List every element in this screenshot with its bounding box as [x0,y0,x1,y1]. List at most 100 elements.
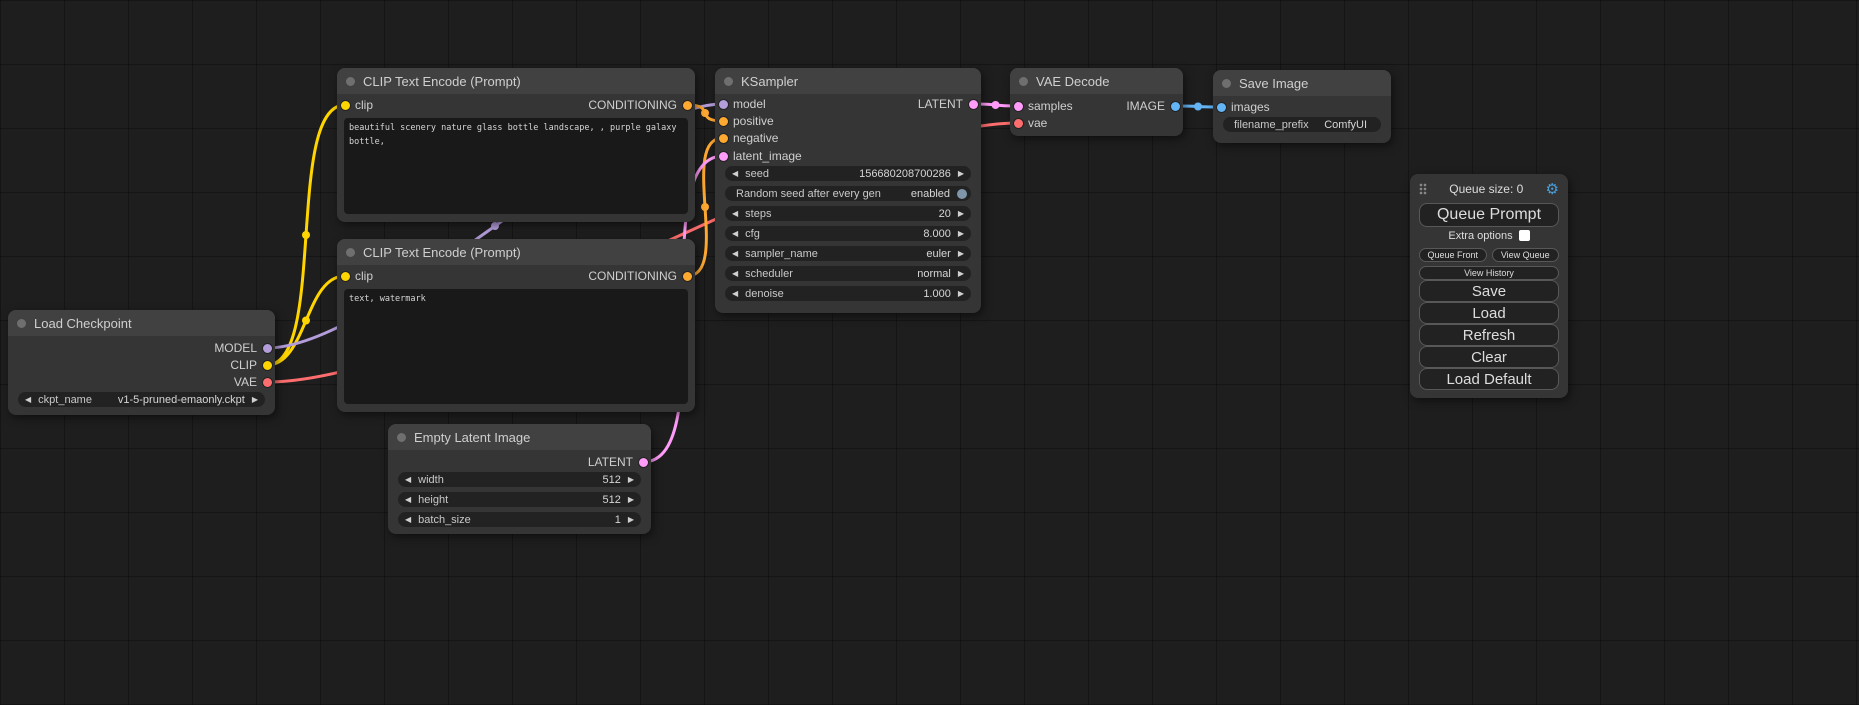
node-title-bar[interactable]: VAE Decode [1010,68,1183,94]
slot-label: negative [733,131,778,145]
decrement-arrow-icon[interactable]: ◀ [405,476,411,484]
node-clip-text-encode-negative[interactable]: CLIP Text Encode (Prompt) clip CONDITION… [337,239,695,412]
widget-value: 1 [615,514,621,526]
widget-filename-prefix[interactable]: filename_prefix ComfyUI [1223,117,1381,132]
output-slot-clip: CLIP [8,357,275,373]
clear-button[interactable]: Clear [1419,346,1559,368]
widget-scheduler[interactable]: ◀ scheduler normal ▶ [725,266,971,281]
widget-ckpt-name[interactable]: ◀ ckpt_name v1-5-pruned-emaonly.ckpt ▶ [18,392,265,407]
queue-actions-row: Queue Front View Queue [1419,248,1559,262]
node-title: Empty Latent Image [414,430,530,445]
node-title-bar[interactable]: CLIP Text Encode (Prompt) [337,239,695,265]
increment-arrow-icon[interactable]: ▶ [628,516,634,524]
decrement-arrow-icon[interactable]: ◀ [405,516,411,524]
decrement-arrow-icon[interactable]: ◀ [732,170,738,178]
output-slot-latent: LATENT [715,96,981,112]
save-button[interactable]: Save [1419,280,1559,302]
decrement-arrow-icon[interactable]: ◀ [732,210,738,218]
queue-front-button[interactable]: Queue Front [1419,248,1487,262]
output-dot-clip[interactable] [263,361,272,370]
input-slot-positive: positive [715,113,981,129]
node-load-checkpoint[interactable]: Load Checkpoint MODEL CLIP VAE ◀ ckpt_na… [8,310,275,415]
widget-label: denoise [745,288,784,300]
collapse-dot-icon[interactable] [17,319,26,328]
output-dot-vae[interactable] [263,378,272,387]
node-vae-decode[interactable]: VAE Decode samples IMAGE vae [1010,68,1183,136]
input-dot-images[interactable] [1217,103,1226,112]
toggle-knob-icon[interactable] [957,189,967,199]
prompt-textarea[interactable]: beautiful scenery nature glass bottle la… [344,118,688,214]
node-clip-text-encode-positive[interactable]: CLIP Text Encode (Prompt) clip CONDITION… [337,68,695,222]
increment-arrow-icon[interactable]: ▶ [958,270,964,278]
slot-label: latent_image [733,149,802,163]
widget-width[interactable]: ◀ width 512 ▶ [398,472,641,487]
collapse-dot-icon[interactable] [1019,77,1028,86]
decrement-arrow-icon[interactable]: ◀ [732,290,738,298]
decrement-arrow-icon[interactable]: ◀ [25,396,31,404]
widget-value: euler [926,248,950,260]
prompt-textarea[interactable]: text, watermark [344,289,688,404]
node-title: CLIP Text Encode (Prompt) [363,74,521,89]
output-dot-latent[interactable] [969,100,978,109]
output-dot-conditioning[interactable] [683,101,692,110]
refresh-button[interactable]: Refresh [1419,324,1559,346]
increment-arrow-icon[interactable]: ▶ [958,290,964,298]
input-dot-latent-image[interactable] [719,152,728,161]
input-dot-vae[interactable] [1014,119,1023,128]
node-title-bar[interactable]: Empty Latent Image [388,424,651,450]
widget-label: sampler_name [745,248,818,260]
increment-arrow-icon[interactable]: ▶ [628,476,634,484]
node-empty-latent-image[interactable]: Empty Latent Image LATENT ◀ width 512 ▶ … [388,424,651,534]
queue-prompt-button[interactable]: Queue Prompt [1419,203,1559,227]
widget-value: v1-5-pruned-emaonly.ckpt [118,394,245,406]
node-save-image[interactable]: Save Image images filename_prefix ComfyU… [1213,70,1391,143]
widget-denoise[interactable]: ◀ denoise 1.000 ▶ [725,286,971,301]
output-dot-latent[interactable] [639,458,648,467]
drag-handle-icon[interactable] [1419,183,1427,195]
node-title-bar[interactable]: Save Image [1213,70,1391,96]
increment-arrow-icon[interactable]: ▶ [958,250,964,258]
node-title-bar[interactable]: KSampler [715,68,981,94]
load-default-button[interactable]: Load Default [1419,368,1559,390]
node-ksampler[interactable]: KSampler model LATENT positive negative … [715,68,981,313]
slot-label: vae [1028,116,1047,130]
output-dot-image[interactable] [1171,102,1180,111]
input-dot-negative[interactable] [719,134,728,143]
load-button[interactable]: Load [1419,302,1559,324]
widget-seed[interactable]: ◀ seed 156680208700286 ▶ [725,166,971,181]
collapse-dot-icon[interactable] [397,433,406,442]
widget-steps[interactable]: ◀ steps 20 ▶ [725,206,971,221]
widget-value: 8.000 [923,228,951,240]
widget-label: cfg [745,228,760,240]
collapse-dot-icon[interactable] [724,77,733,86]
settings-gear-icon[interactable]: ⚙ [1546,182,1559,197]
widget-height[interactable]: ◀ height 512 ▶ [398,492,641,507]
increment-arrow-icon[interactable]: ▶ [628,496,634,504]
output-dot-conditioning[interactable] [683,272,692,281]
slot-label: CONDITIONING [588,269,677,283]
slot-label: CONDITIONING [588,98,677,112]
increment-arrow-icon[interactable]: ▶ [958,230,964,238]
increment-arrow-icon[interactable]: ▶ [252,396,258,404]
node-title-bar[interactable]: CLIP Text Encode (Prompt) [337,68,695,94]
decrement-arrow-icon[interactable]: ◀ [405,496,411,504]
collapse-dot-icon[interactable] [1222,79,1231,88]
increment-arrow-icon[interactable]: ▶ [958,210,964,218]
output-dot-model[interactable] [263,344,272,353]
widget-random-seed-toggle[interactable]: Random seed after every gen enabled [725,186,971,201]
view-queue-button[interactable]: View Queue [1492,248,1560,262]
output-slot-model: MODEL [8,340,275,356]
input-dot-positive[interactable] [719,117,728,126]
view-history-button[interactable]: View History [1419,266,1559,280]
widget-batch-size[interactable]: ◀ batch_size 1 ▶ [398,512,641,527]
increment-arrow-icon[interactable]: ▶ [958,170,964,178]
collapse-dot-icon[interactable] [346,77,355,86]
node-title-bar[interactable]: Load Checkpoint [8,310,275,336]
decrement-arrow-icon[interactable]: ◀ [732,250,738,258]
decrement-arrow-icon[interactable]: ◀ [732,230,738,238]
extra-options-checkbox[interactable] [1519,230,1530,241]
decrement-arrow-icon[interactable]: ◀ [732,270,738,278]
collapse-dot-icon[interactable] [346,248,355,257]
widget-cfg[interactable]: ◀ cfg 8.000 ▶ [725,226,971,241]
widget-sampler-name[interactable]: ◀ sampler_name euler ▶ [725,246,971,261]
